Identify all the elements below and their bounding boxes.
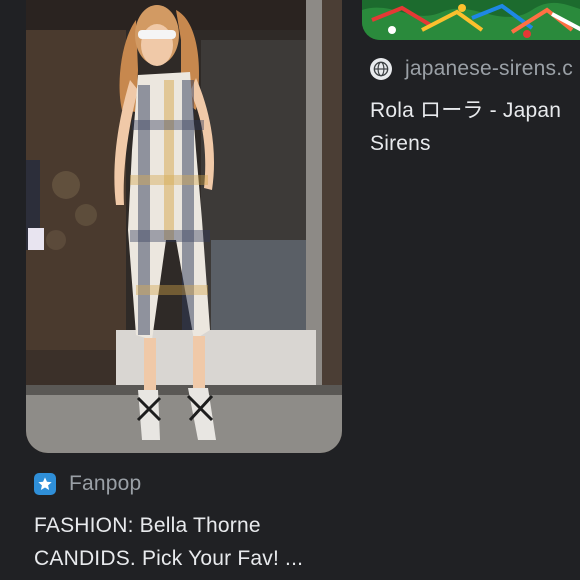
result-thumbnail-fanpop[interactable] xyxy=(26,0,342,453)
globe-icon xyxy=(370,58,392,80)
title-line-2: Sirens xyxy=(370,132,431,155)
result-title-link[interactable]: FASHION: Bella Thorne CANDIDS. Pick Your… xyxy=(34,509,354,575)
title-line-1: FASHION: Bella Thorne xyxy=(34,514,261,537)
fashion-photo xyxy=(26,0,342,453)
image-search-results-page: Fanpop FASHION: Bella Thorne CANDIDS. Pi… xyxy=(0,0,580,580)
title-line-1: Rola ローラ - Japan xyxy=(370,99,562,122)
colorful-photo-strip xyxy=(362,0,580,40)
result-thumbnail-japanese-sirens[interactable] xyxy=(362,0,580,40)
result-title-link[interactable]: Rola ローラ - Japan Sirens xyxy=(370,94,580,160)
source-name: Fanpop xyxy=(69,472,142,495)
fanpop-star-icon xyxy=(34,473,56,495)
source-name: japanese-sirens.c xyxy=(405,57,573,80)
result-source-japanese-sirens[interactable]: japanese-sirens.c xyxy=(370,54,573,84)
result-card-japanese-sirens[interactable]: japanese-sirens.c Rola ローラ - Japan Siren… xyxy=(362,0,580,580)
result-source-fanpop[interactable]: Fanpop xyxy=(34,470,141,498)
result-card-fanpop[interactable]: Fanpop FASHION: Bella Thorne CANDIDS. Pi… xyxy=(0,0,350,580)
title-line-2: CANDIDS. Pick Your Fav! ... xyxy=(34,547,304,570)
